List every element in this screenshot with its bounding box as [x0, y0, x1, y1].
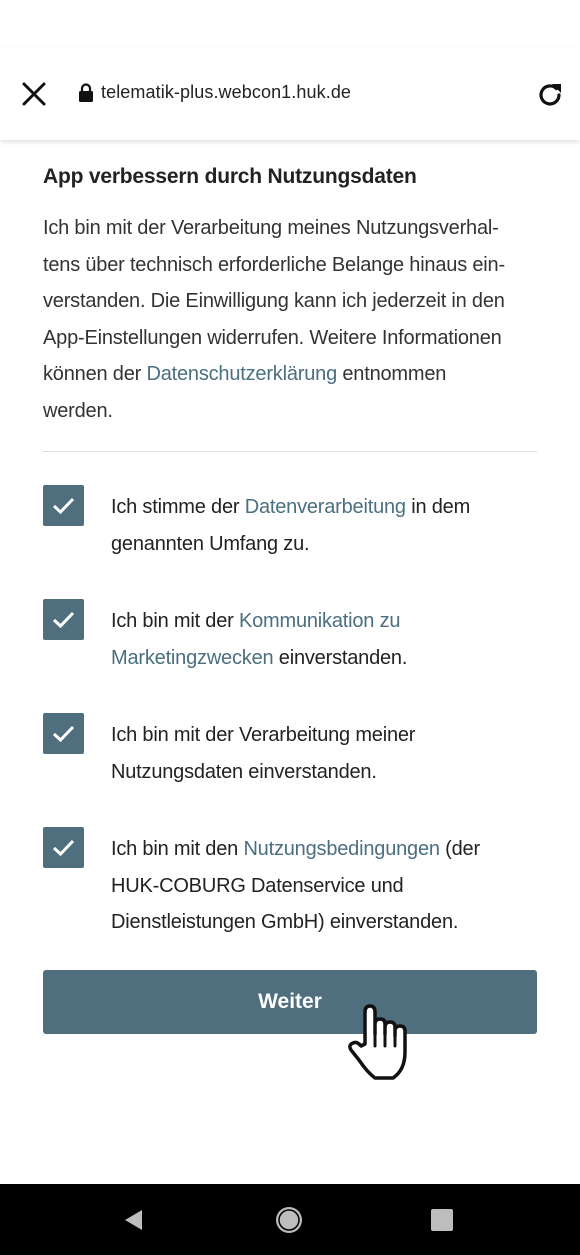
checkbox-marketing[interactable] — [43, 599, 84, 640]
description-line: tens über technisch erforderliche Belang… — [43, 253, 505, 276]
checkmark-icon — [52, 497, 75, 515]
divider — [43, 451, 537, 452]
home-circle-icon[interactable] — [274, 1205, 304, 1235]
reload-icon[interactable] — [533, 78, 567, 112]
status-bar — [0, 0, 580, 48]
url-text[interactable]: telematik-plus.webcon1.huk.de — [101, 82, 351, 103]
close-icon[interactable] — [18, 78, 50, 110]
recents-square-icon[interactable] — [430, 1208, 454, 1232]
checkbox-terms[interactable] — [43, 827, 84, 868]
lock-icon — [78, 83, 94, 103]
checkmark-icon — [52, 839, 75, 857]
description-line: Ich bin mit der Verarbeitung meines Nutz… — [43, 217, 499, 239]
section-title: App verbessern durch Nutzungsdaten — [43, 165, 417, 188]
checkmark-icon — [52, 725, 75, 743]
description-line: App-Einstellungen widerrufen. Weitere In… — [43, 326, 502, 349]
privacy-policy-link[interactable]: Datenschutzerklärung — [146, 363, 337, 385]
checkbox-data-processing[interactable] — [43, 485, 84, 526]
back-triangle-icon[interactable] — [122, 1208, 146, 1232]
marketing-link[interactable]: Marketingzwecken — [111, 647, 274, 669]
browser-toolbar: telematik-plus.webcon1.huk.de — [0, 48, 580, 140]
terms-link[interactable]: Nutzungsbedingungen — [243, 838, 440, 860]
description-line: werden. — [43, 399, 113, 422]
consent-label-data-processing: Ich stimme der Datenverarbeitung in dem … — [111, 496, 471, 555]
consent-label-usage-data: Ich bin mit der Verarbeitung meiner Nutz… — [111, 724, 416, 783]
consent-label-terms: Ich bin mit den Nutzungsbedingungen (der… — [111, 838, 480, 933]
description-line: verstanden. Die Einwilligung kann ich je… — [43, 290, 505, 312]
checkbox-usage-data[interactable] — [43, 713, 84, 754]
consent-label-marketing: Ich bin mit der Kommunikation zu Marketi… — [111, 610, 408, 669]
description-line: können der Datenschutzerklärung entnomme… — [43, 363, 447, 385]
marketing-link[interactable]: Kommunikation zu — [239, 610, 401, 632]
consent-description: Ich bin mit der Verarbeitung meines Nutz… — [43, 210, 537, 429]
data-processing-link[interactable]: Datenverarbeitung — [245, 496, 406, 518]
checkmark-icon — [52, 611, 75, 629]
continue-button[interactable]: Weiter — [43, 970, 537, 1034]
